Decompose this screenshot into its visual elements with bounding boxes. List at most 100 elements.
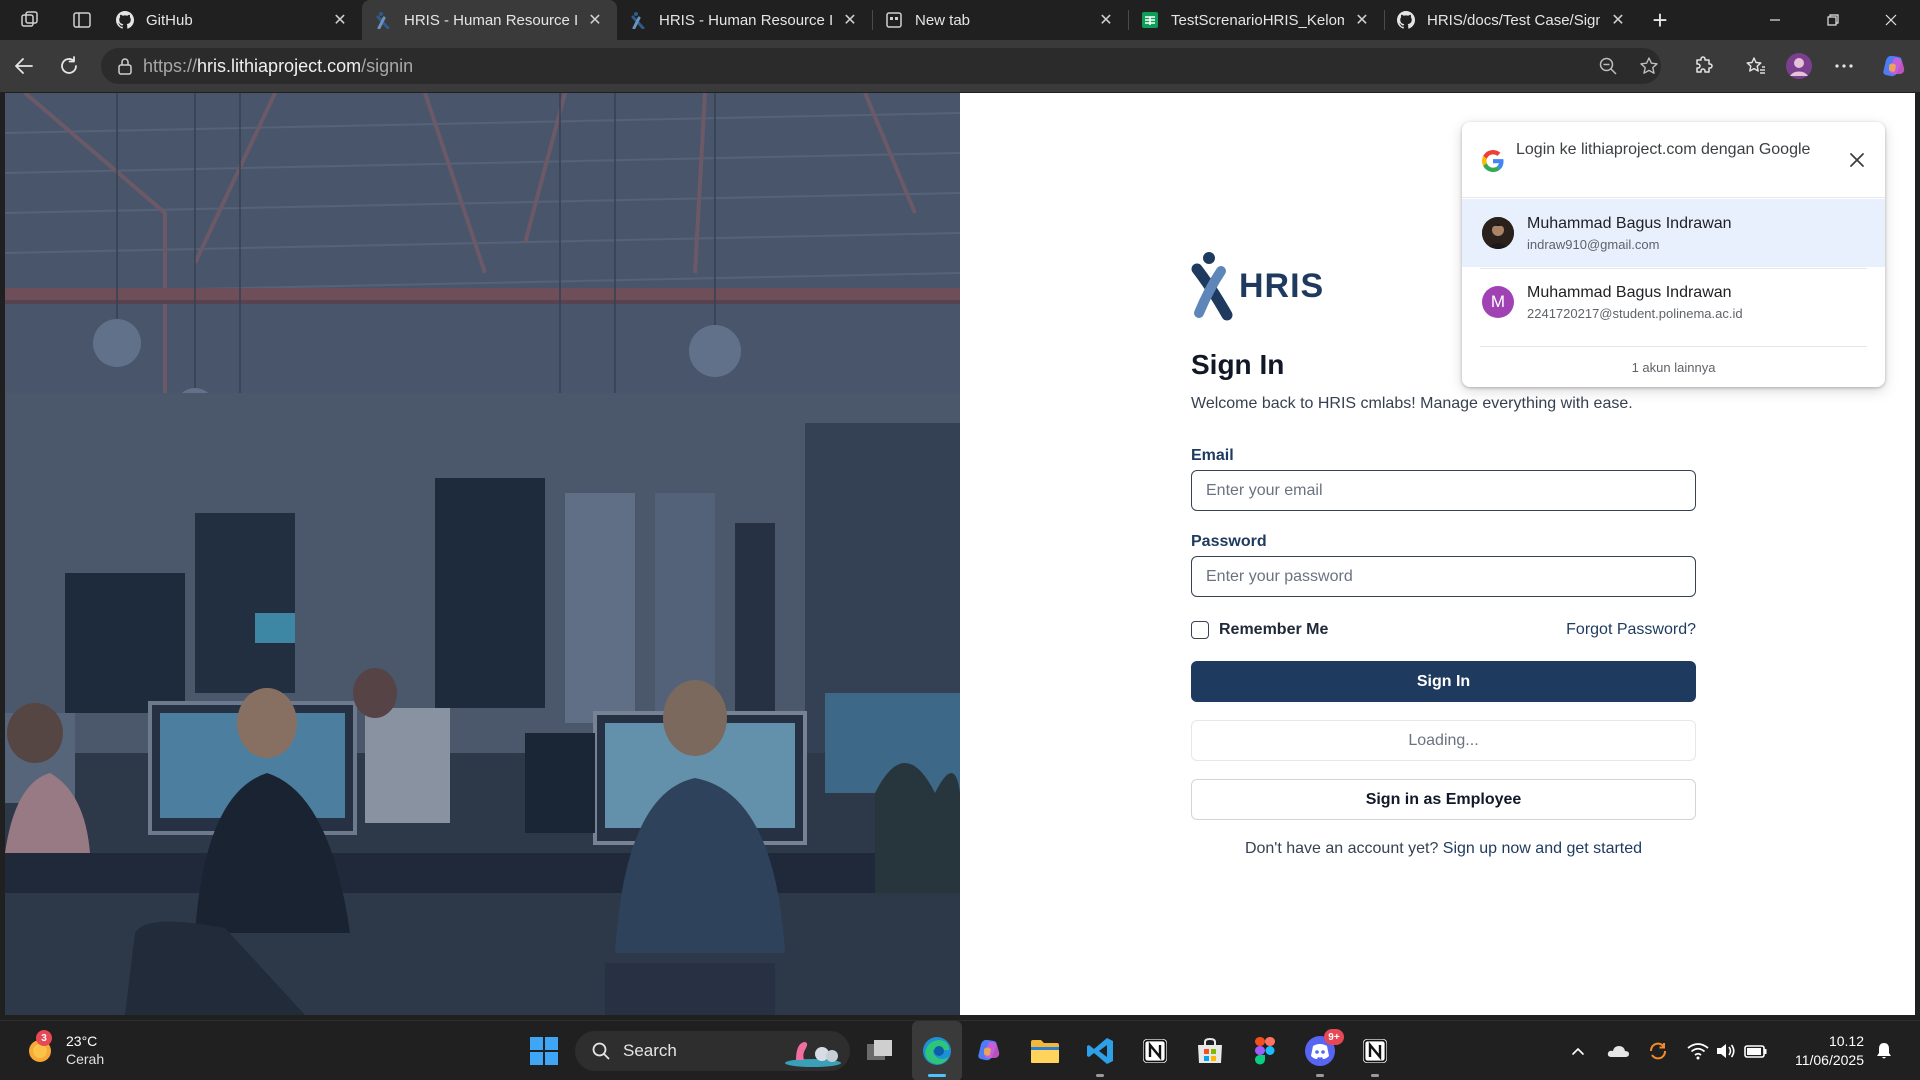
tab-new-tab[interactable]: New tab ✕	[873, 0, 1128, 40]
signup-prompt-text: Don't have an account yet?	[1244, 840, 1439, 857]
notification-bell-icon[interactable]	[1872, 1039, 1896, 1063]
extensions-icon[interactable]	[1686, 48, 1722, 84]
google-account-item[interactable]: Muhammad Bagus Indrawan indraw910@gmail.…	[1462, 199, 1885, 267]
hris-favicon-icon	[629, 11, 647, 29]
zoom-out-icon[interactable]	[1598, 56, 1618, 76]
close-window-button[interactable]	[1862, 0, 1920, 40]
copilot-app-icon[interactable]	[971, 1031, 1011, 1071]
favorites-icon[interactable]	[1738, 48, 1774, 84]
back-button[interactable]	[6, 48, 42, 84]
chevron-up-icon[interactable]	[1566, 1039, 1590, 1063]
favorite-star-icon[interactable]	[1639, 56, 1659, 76]
refresh-button[interactable]	[51, 48, 87, 84]
remember-me-checkbox[interactable]	[1191, 621, 1209, 639]
account-name: Muhammad Bagus Indrawan	[1527, 215, 1732, 232]
discord-badge: 9+	[1324, 1029, 1344, 1045]
new-tab-button[interactable]: +	[1640, 0, 1680, 40]
google-account-item[interactable]: M Muhammad Bagus Indrawan 2241720217@stu…	[1462, 268, 1885, 336]
file-explorer-icon[interactable]	[1025, 1031, 1065, 1071]
notion-icon[interactable]	[1135, 1031, 1175, 1071]
close-tab-icon[interactable]: ✕	[1096, 10, 1116, 30]
tab-sheets[interactable]: TestScrenarioHRIS_Kelompok ✕	[1129, 0, 1384, 40]
page-subtitle: Welcome back to HRIS cmlabs! Manage ever…	[1191, 395, 1633, 412]
tab-hris-2[interactable]: HRIS - Human Resource Information System…	[617, 0, 872, 40]
vscode-icon[interactable]	[1080, 1031, 1120, 1071]
google-g-icon	[1482, 150, 1504, 177]
email-field[interactable]	[1191, 470, 1696, 511]
more-accounts-link[interactable]: 1 akun lainnya	[1462, 360, 1885, 375]
url-scheme: https://	[143, 55, 198, 76]
forgot-password-link[interactable]: Forgot Password?	[1566, 621, 1696, 639]
weather-widget[interactable]: 3 23°C Cerah	[24, 1030, 105, 1068]
signup-prompt: Don't have an account yet? Sign up now a…	[1191, 840, 1696, 858]
minimize-button[interactable]	[1746, 0, 1804, 40]
notion-icon[interactable]	[1355, 1031, 1395, 1071]
tab-hris-active[interactable]: HRIS - Human Resource Information System…	[362, 0, 617, 40]
taskbar: 3 23°C Cerah Search 9+ 10.12 11/06/2025	[0, 1020, 1920, 1080]
google-popup-title: Login ke lithiaproject.com dengan Google	[1516, 141, 1811, 158]
signup-link[interactable]: Sign up now and get started	[1443, 840, 1642, 857]
sync-icon[interactable]	[1646, 1039, 1670, 1063]
discord-icon[interactable]: 9+	[1300, 1029, 1344, 1071]
vertical-tabs-icon[interactable]	[60, 0, 104, 40]
url-host: hris.lithiaproject.com	[197, 55, 362, 76]
tab-github-docs[interactable]: HRIS/docs/Test Case/Sign In ✕	[1385, 0, 1640, 40]
hris-favicon-icon	[374, 11, 392, 29]
edge-app-icon[interactable]	[917, 1031, 957, 1071]
google-one-tap-popup: Login ke lithiaproject.com dengan Google…	[1462, 122, 1885, 387]
close-tab-icon[interactable]: ✕	[330, 10, 350, 30]
tab-title: HRIS - Human Resource Information System	[659, 11, 832, 29]
copilot-icon[interactable]	[1876, 48, 1912, 84]
office-hero-image	[5, 93, 960, 1015]
url-text: https://hris.lithiaproject.com/signin	[143, 56, 413, 77]
remember-me[interactable]: Remember Me	[1191, 621, 1328, 639]
weather-condition: Cerah	[66, 1051, 105, 1067]
workspaces-icon[interactable]	[0, 0, 60, 40]
account-name: Muhammad Bagus Indrawan	[1527, 284, 1732, 301]
loading-button[interactable]: Loading...	[1191, 720, 1696, 761]
close-icon[interactable]	[1843, 146, 1871, 174]
tab-title: HRIS - Human Resource Information System	[404, 11, 577, 29]
close-tab-icon[interactable]: ✕	[840, 10, 860, 30]
account-email: 2241720217@student.polinema.ac.id	[1527, 306, 1743, 321]
volume-icon[interactable]	[1714, 1039, 1738, 1063]
task-view-icon[interactable]	[860, 1031, 900, 1071]
weather-temperature: 23°C	[66, 1033, 98, 1049]
restore-button[interactable]	[1804, 0, 1862, 40]
wifi-icon[interactable]	[1686, 1039, 1710, 1063]
more-menu-icon[interactable]	[1826, 48, 1862, 84]
figma-icon[interactable]	[1245, 1031, 1285, 1071]
avatar: M	[1482, 286, 1514, 318]
profile-avatar[interactable]	[1781, 48, 1817, 84]
close-tab-icon[interactable]: ✕	[1352, 10, 1372, 30]
clock-time: 10.12	[1828, 1033, 1864, 1049]
avatar-initial: M	[1490, 292, 1506, 311]
vscode-running-indicator	[1096, 1074, 1104, 1077]
onedrive-icon[interactable]	[1606, 1039, 1630, 1063]
tab-title: GitHub	[146, 11, 193, 29]
hero-overlay	[5, 93, 960, 1015]
tab-github[interactable]: GitHub ✕	[104, 0, 362, 40]
start-button[interactable]	[524, 1031, 564, 1071]
battery-icon[interactable]	[1744, 1039, 1768, 1063]
browser-toolbar: https://hris.lithiaproject.com/signin	[0, 40, 1920, 92]
logo-text: HRIS	[1239, 266, 1325, 305]
close-tab-icon[interactable]: ✕	[1608, 10, 1628, 30]
password-label: Password	[1191, 533, 1267, 550]
password-field[interactable]	[1191, 556, 1696, 597]
system-clock[interactable]: 10.12 11/06/2025	[1795, 1032, 1864, 1070]
sign-in-button[interactable]: Sign In	[1191, 661, 1696, 702]
close-tab-icon[interactable]: ✕	[585, 10, 605, 30]
address-bar[interactable]: https://hris.lithiaproject.com/signin	[101, 48, 1661, 84]
microsoft-store-icon[interactable]	[1190, 1031, 1230, 1071]
taskbar-search[interactable]: Search	[575, 1031, 850, 1071]
remember-forgot-row: Remember Me Forgot Password?	[1191, 619, 1696, 641]
sign-in-employee-button[interactable]: Sign in as Employee	[1191, 779, 1696, 820]
page-viewport: HRIS Sign In Welcome back to HRIS cmlabs…	[5, 93, 1915, 1015]
clock-date: 11/06/2025	[1794, 1052, 1864, 1068]
search-highlight-icon	[785, 1042, 841, 1067]
search-icon	[592, 1042, 610, 1060]
search-label: Search	[623, 1041, 677, 1060]
google-sheets-icon	[1141, 11, 1159, 29]
lock-icon[interactable]	[107, 57, 143, 75]
